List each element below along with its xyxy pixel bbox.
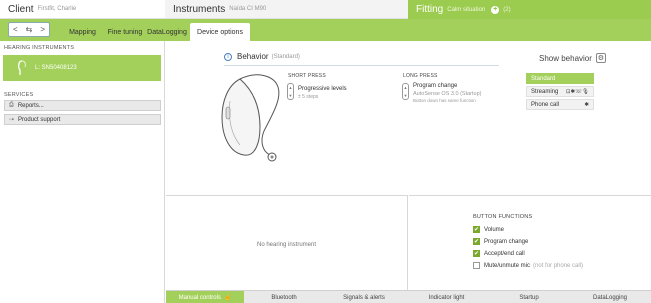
streaming-sources-icon: ⊡✱☏🎙 xyxy=(565,88,589,95)
client-header[interactable]: Client Firstfit, Charlie xyxy=(0,0,165,19)
function-label: Mute/unmute mic xyxy=(484,262,531,269)
behavior-option-standard[interactable]: Standard xyxy=(526,73,594,84)
settings-icon[interactable]: ⚙ xyxy=(595,53,606,63)
history-icon[interactable]: ⇆ xyxy=(26,25,33,34)
tab-mapping[interactable]: Mapping xyxy=(60,23,105,41)
history-nav-button[interactable]: < ⇆ > xyxy=(8,22,50,37)
left-panel: HEARING INSTRUMENTS L: SN50408123 SERVIC… xyxy=(0,41,165,303)
no-hearing-instrument-text: No hearing instrument xyxy=(256,242,317,248)
forward-arrow-icon[interactable]: > xyxy=(40,25,45,34)
behavior-option-phone-call[interactable]: Phone call ✱ xyxy=(526,99,594,110)
reports-button[interactable]: ⎙ Reports... xyxy=(4,100,161,111)
tab-datalogging-bottom[interactable]: DataLogging xyxy=(569,291,651,303)
function-mute-unmute[interactable]: Mute/unmute mic (not for phone call) xyxy=(473,262,583,269)
tab-signals-alerts[interactable]: Signals & alerts xyxy=(324,291,404,303)
checkbox-checked-icon[interactable]: ✔ xyxy=(473,238,480,245)
bluetooth-icon: ✱ xyxy=(584,101,589,108)
printer-icon: ⎙ xyxy=(9,102,14,108)
long-press-heading: LONG PRESS xyxy=(403,73,438,79)
tab-datalogging[interactable]: DataLogging xyxy=(146,23,188,41)
long-press-note: Button down has same function xyxy=(413,98,476,103)
function-label: Program change xyxy=(484,238,529,245)
instruments-name: Naída CI M90 xyxy=(229,6,267,12)
rocker-up-down-icon: ▲ ▼ xyxy=(287,83,294,100)
back-arrow-icon[interactable]: < xyxy=(13,25,18,34)
support-icon: ⇢ xyxy=(9,117,15,123)
situation-count: (2) xyxy=(503,6,511,13)
button-functions-heading: BUTTON FUNCTIONS xyxy=(473,214,533,220)
tab-indicator-light[interactable]: Indicator light xyxy=(404,291,489,303)
function-note: (not for phone call) xyxy=(533,262,584,269)
fitting-header[interactable]: Fitting Calm situation + (2) xyxy=(408,0,651,19)
hearing-instruments-heading: HEARING INSTRUMENTS xyxy=(4,45,75,51)
info-icon[interactable]: i xyxy=(224,52,232,61)
tab-manual-controls[interactable]: Manual controls ☝ xyxy=(166,291,244,303)
services-heading: SERVICES xyxy=(4,92,34,98)
hearing-aid-illustration xyxy=(221,74,280,162)
reports-label: Reports... xyxy=(17,102,44,109)
tab-label: Manual controls xyxy=(178,294,221,301)
long-press-program: AutoSense OS 3.0 (Startup) xyxy=(413,91,482,97)
option-label: Streaming xyxy=(531,88,559,95)
fitting-title: Fitting xyxy=(416,4,444,15)
hearing-device-icon xyxy=(18,60,26,75)
behavior-title-row: i Behavior (Standard) xyxy=(224,52,300,61)
function-label: Volume xyxy=(484,226,505,233)
product-support-label: Product support xyxy=(18,116,61,123)
device-options-tabs: Manual controls ☝ Bluetooth Signals & al… xyxy=(166,290,651,303)
tab-startup[interactable]: Startup xyxy=(489,291,569,303)
client-title: Client xyxy=(8,3,34,15)
tab-bar: < ⇆ > Mapping Fine tuning DataLogging De… xyxy=(0,19,651,41)
function-label: Accept/end call xyxy=(484,250,525,257)
checkbox-unchecked-icon[interactable] xyxy=(473,262,480,269)
behavior-option-streaming[interactable]: Streaming ⊡✱☏🎙 xyxy=(526,86,594,97)
option-label: Standard xyxy=(531,75,556,82)
behavior-title: Behavior xyxy=(237,52,269,61)
hearing-instrument-item[interactable]: L: SN50408123 xyxy=(3,55,161,81)
function-accept-end-call[interactable]: ✔ Accept/end call xyxy=(473,250,525,257)
short-press-heading: SHORT PRESS xyxy=(288,73,326,79)
tab-bluetooth[interactable]: Bluetooth xyxy=(244,291,324,303)
function-program-change[interactable]: ✔ Program change xyxy=(473,238,528,245)
add-situation-button[interactable]: + xyxy=(491,5,500,14)
behavior-subtitle: (Standard) xyxy=(271,53,300,60)
instruments-title: Instruments xyxy=(173,3,226,15)
long-press-value: Program change xyxy=(413,83,458,89)
short-press-steps: ± 5 steps xyxy=(298,94,319,100)
show-behavior-title: Show behavior xyxy=(539,53,592,63)
button-functions-panel: BUTTON FUNCTIONS ✔ Volume ✔ Program chan… xyxy=(409,195,651,290)
function-volume[interactable]: ✔ Volume xyxy=(473,226,504,233)
checkbox-checked-icon[interactable]: ✔ xyxy=(473,226,480,233)
device-preview-panel: No hearing instrument xyxy=(166,195,408,290)
behavior-panel: i Behavior (Standard) SHORT PRESS ▲ ▼ Pro… xyxy=(166,41,651,195)
hearing-instrument-serial: L: SN50408123 xyxy=(35,65,77,71)
checkbox-checked-icon[interactable]: ✔ xyxy=(473,250,480,257)
tab-fine-tuning[interactable]: Fine tuning xyxy=(104,23,146,41)
instruments-header[interactable]: Instruments Naída CI M90 xyxy=(165,0,408,19)
tab-device-options[interactable]: Device options xyxy=(190,23,250,41)
option-label: Phone call xyxy=(531,101,560,108)
hand-pointer-icon: ☝ xyxy=(223,295,232,301)
product-support-button[interactable]: ⇢ Product support xyxy=(4,114,161,125)
show-behavior-header: Show behavior ⚙ xyxy=(539,53,606,63)
client-name: Firstfit, Charlie xyxy=(37,6,77,12)
short-press-value: Progressive levels xyxy=(298,86,347,92)
behavior-divider xyxy=(224,65,499,66)
rocker-up-down-icon-long: ▲ ▼ xyxy=(402,83,409,100)
fitting-situation: Calm situation xyxy=(447,6,486,13)
